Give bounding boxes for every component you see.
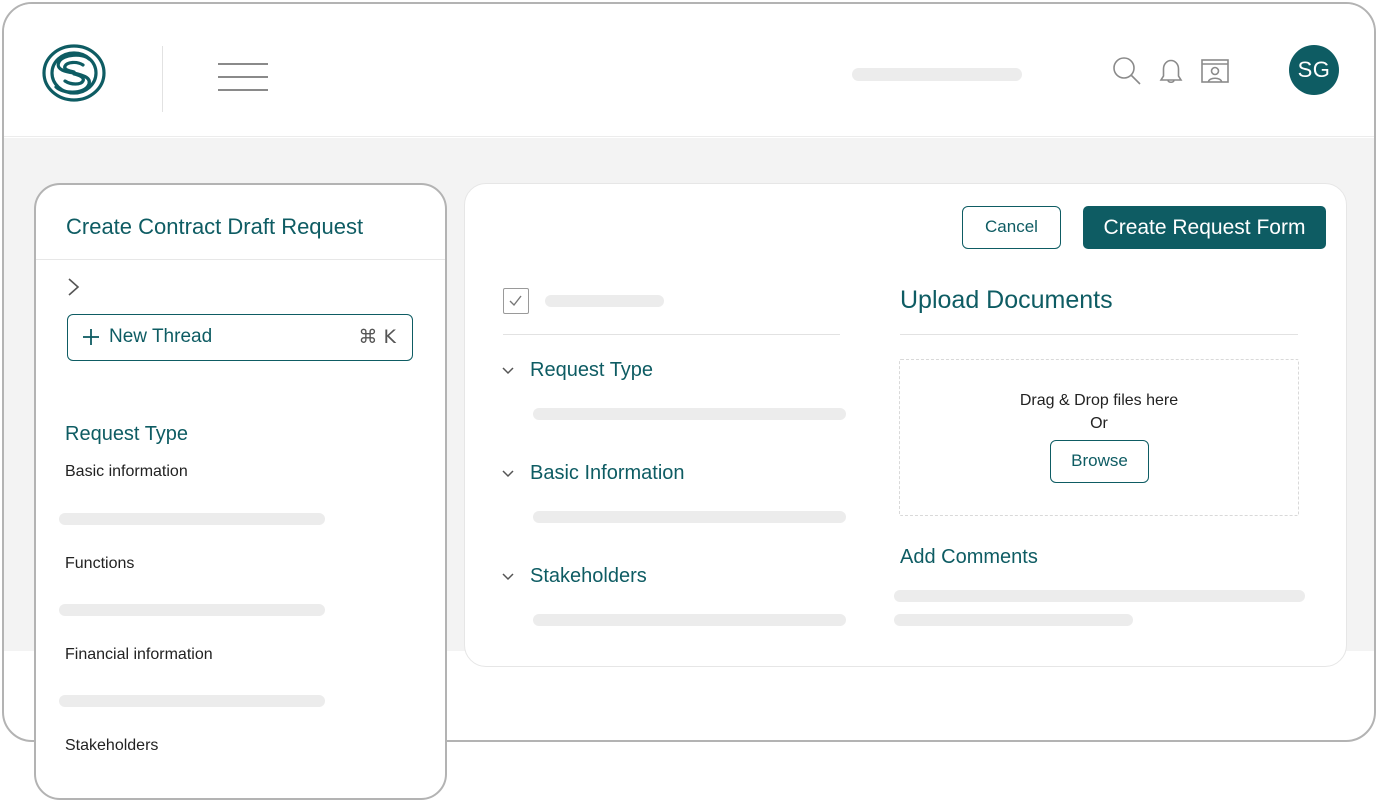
accordion-label: Stakeholders xyxy=(530,565,647,587)
placeholder-bar xyxy=(59,695,325,707)
placeholder-bar xyxy=(894,590,1305,602)
dropzone-text: Drag & Drop files here xyxy=(1019,392,1179,409)
browse-button[interactable]: Browse xyxy=(1050,440,1149,483)
sidebar-item-functions[interactable]: Functions xyxy=(65,555,134,573)
chevron-right-icon[interactable] xyxy=(64,275,84,299)
keyboard-shortcut: ⌘ K xyxy=(358,326,397,348)
form-divider xyxy=(503,334,840,335)
section-heading-request-type: Request Type xyxy=(65,423,189,445)
placeholder-bar xyxy=(59,513,325,525)
hamburger-icon[interactable] xyxy=(218,61,268,95)
placeholder-bar xyxy=(545,295,664,307)
coil-s-logo[interactable] xyxy=(41,42,109,106)
sidebar-item-stakeholders[interactable]: Stakeholders xyxy=(65,737,158,755)
sidebar-title: Create Contract Draft Request xyxy=(66,214,364,239)
upload-documents-title: Upload Documents xyxy=(900,286,1113,314)
add-comments-title[interactable]: Add Comments xyxy=(900,546,1038,569)
header-divider xyxy=(162,46,163,112)
check-icon xyxy=(509,295,522,307)
create-request-form-button[interactable]: Create Request Form xyxy=(1083,206,1326,249)
request-form-card: Cancel Create Request Form Request Type … xyxy=(464,183,1347,667)
bell-icon[interactable] xyxy=(1154,54,1188,88)
file-dropzone[interactable]: Drag & Drop files here Or Browse xyxy=(899,359,1299,516)
avatar[interactable]: SG xyxy=(1289,45,1339,95)
new-thread-button[interactable]: New Thread ⌘ K xyxy=(67,314,413,361)
placeholder-bar xyxy=(533,511,846,523)
select-checkbox[interactable] xyxy=(503,288,529,314)
sidebar-divider xyxy=(36,259,445,260)
header-placeholder-bar xyxy=(852,68,1022,81)
cancel-button[interactable]: Cancel xyxy=(962,206,1061,249)
placeholder-bar xyxy=(59,604,325,616)
top-header: SG xyxy=(4,4,1374,137)
upload-divider xyxy=(900,334,1298,335)
placeholder-bar xyxy=(533,408,846,420)
chevron-down-icon xyxy=(502,470,514,478)
chevron-down-icon xyxy=(502,367,514,375)
chevron-down-icon xyxy=(502,573,514,581)
plus-icon xyxy=(83,329,99,345)
placeholder-bar xyxy=(894,614,1133,626)
accordion-label: Basic Information xyxy=(530,462,685,484)
accordion-label: Request Type xyxy=(530,359,654,381)
presentation-icon[interactable] xyxy=(1198,54,1232,88)
dropzone-or-text: Or xyxy=(1090,415,1108,432)
new-thread-label: New Thread xyxy=(109,326,213,347)
sidebar-item-basic-information[interactable]: Basic information xyxy=(65,463,188,481)
placeholder-bar xyxy=(533,614,846,626)
request-sidebar: Create Contract Draft Request New Thread… xyxy=(34,183,447,800)
search-icon[interactable] xyxy=(1110,54,1144,88)
sidebar-item-financial-information[interactable]: Financial information xyxy=(65,646,213,664)
